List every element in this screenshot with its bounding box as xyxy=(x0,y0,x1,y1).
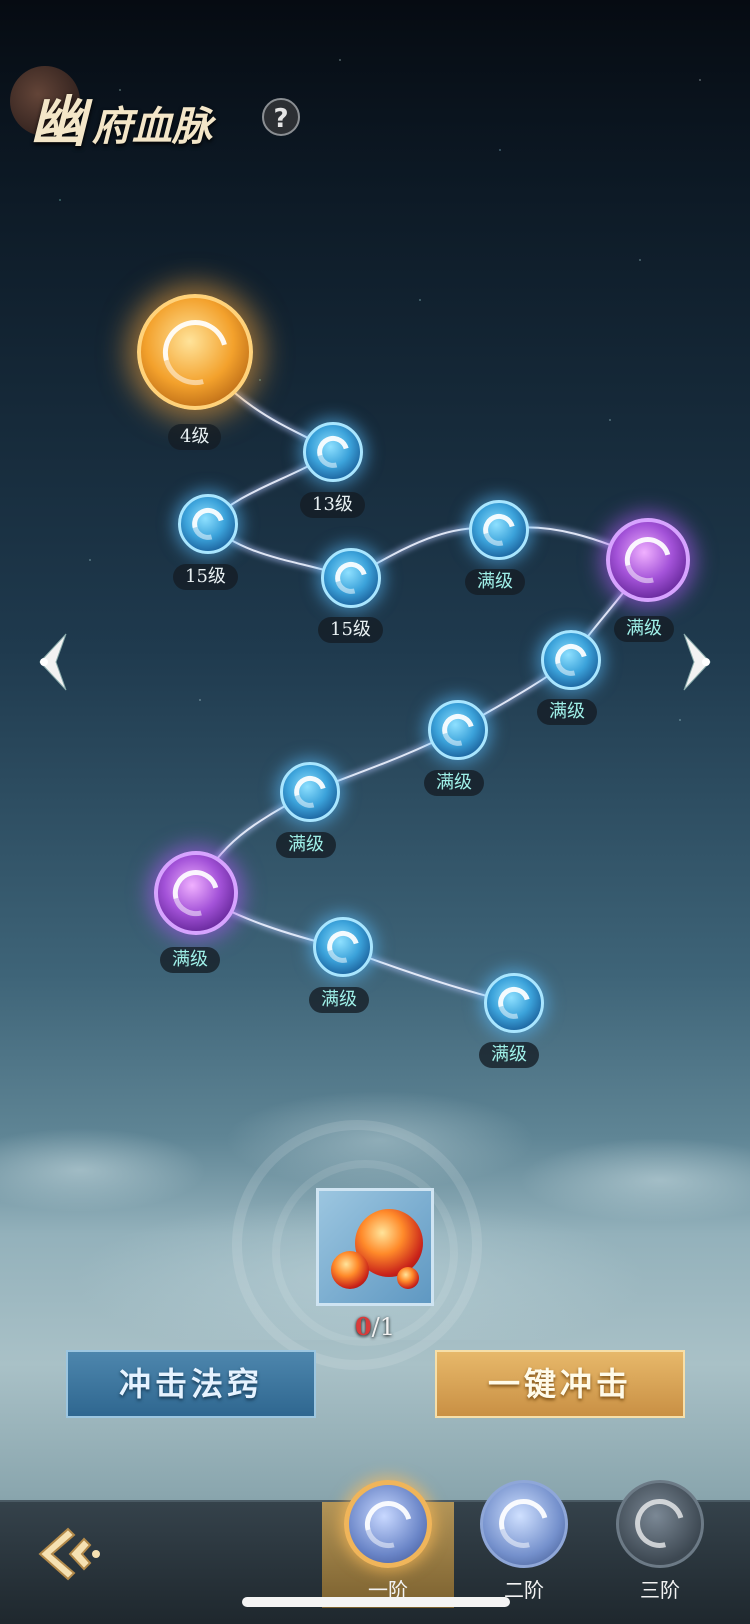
next-page-arrow-icon[interactable] xyxy=(676,630,724,694)
swirl-icon xyxy=(616,528,680,592)
swirl-icon xyxy=(490,1490,558,1558)
node-level-label: 满级 xyxy=(479,1042,539,1068)
tab-label: 三阶 xyxy=(640,1578,680,1602)
meridian-node-4[interactable] xyxy=(321,548,381,608)
meridian-node-10[interactable] xyxy=(154,851,238,935)
swirl-icon xyxy=(164,861,228,925)
swirl-icon xyxy=(185,501,231,547)
swirl-icon xyxy=(491,980,537,1026)
meridian-node-12[interactable] xyxy=(484,973,544,1033)
node-level-label: 13级 xyxy=(300,492,365,518)
swirl-icon xyxy=(435,707,481,753)
meridian-node-6[interactable] xyxy=(606,518,690,602)
meridian-node-3[interactable] xyxy=(178,494,238,554)
node-level-label: 4级 xyxy=(168,424,222,450)
tier-1-icon xyxy=(344,1480,432,1568)
screen: 幽 府血脉 ? 4级 13级 15级 15级 满级 满级 满级 满级 满级 满级… xyxy=(0,0,750,1624)
blood-essence-item-slot[interactable] xyxy=(316,1188,434,1306)
tier-3-locked-icon xyxy=(616,1480,704,1568)
home-indicator[interactable] xyxy=(242,1597,510,1607)
back-arrow-icon[interactable] xyxy=(34,1525,102,1583)
prev-page-arrow-icon[interactable] xyxy=(26,630,74,694)
item-count: 0/1 xyxy=(316,1312,434,1341)
tab-tier-1[interactable]: 一阶 xyxy=(342,1480,434,1603)
tab-tier-2[interactable]: 二阶 xyxy=(478,1480,570,1603)
item-count-total: /1 xyxy=(371,1313,396,1341)
swirl-icon xyxy=(310,429,356,475)
breakthrough-button[interactable]: 冲击法窍 xyxy=(66,1350,316,1418)
essence-orb-tiny-icon xyxy=(397,1267,419,1289)
tier-2-icon xyxy=(480,1480,568,1568)
swirl-icon xyxy=(626,1490,694,1558)
one-click-breakthrough-button[interactable]: 一键冲击 xyxy=(435,1350,685,1418)
node-level-label: 满级 xyxy=(276,832,336,858)
swirl-icon xyxy=(287,769,333,815)
meridian-node-5[interactable] xyxy=(469,500,529,560)
swirl-icon xyxy=(150,307,240,397)
meridian-node-8[interactable] xyxy=(428,700,488,760)
swirl-icon xyxy=(548,637,594,683)
swirl-icon xyxy=(356,1492,420,1556)
meridian-node-7[interactable] xyxy=(541,630,601,690)
item-count-current: 0 xyxy=(354,1312,372,1341)
meridian-node-1[interactable] xyxy=(137,294,253,410)
node-level-label: 15级 xyxy=(173,564,238,590)
meridian-node-11[interactable] xyxy=(313,917,373,977)
tab-tier-3[interactable]: 三阶 xyxy=(614,1480,706,1603)
node-level-label: 满级 xyxy=(465,569,525,595)
node-level-label: 满级 xyxy=(614,616,674,642)
meridian-node-2[interactable] xyxy=(303,422,363,482)
essence-orb-small-icon xyxy=(331,1251,369,1289)
node-level-label: 满级 xyxy=(160,947,220,973)
node-level-label: 满级 xyxy=(537,699,597,725)
node-level-label: 15级 xyxy=(318,617,383,643)
node-level-label: 满级 xyxy=(424,770,484,796)
node-level-label: 满级 xyxy=(309,987,369,1013)
swirl-icon xyxy=(476,507,522,553)
swirl-icon xyxy=(328,555,374,601)
meridian-node-9[interactable] xyxy=(280,762,340,822)
swirl-icon xyxy=(320,924,366,970)
